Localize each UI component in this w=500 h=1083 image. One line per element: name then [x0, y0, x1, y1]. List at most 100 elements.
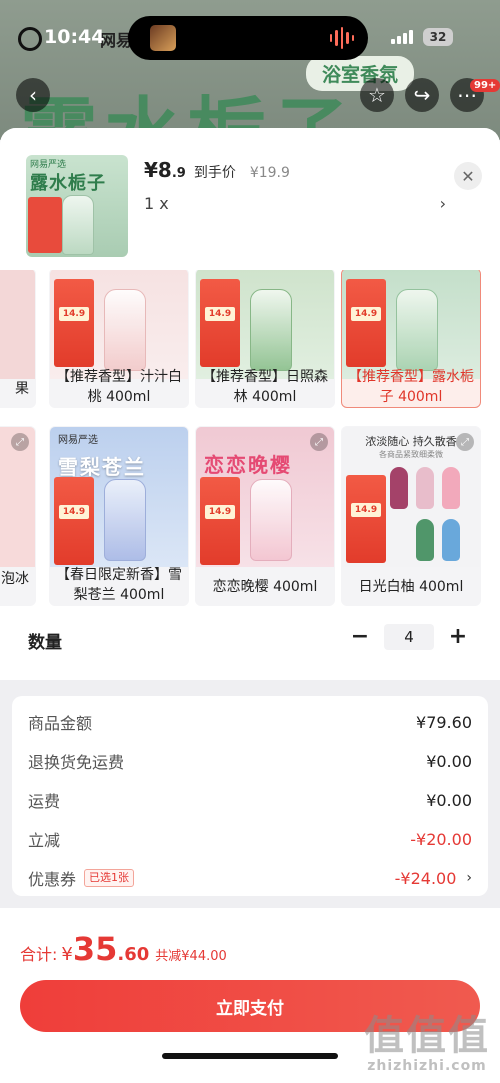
variant-header: 雪梨苍兰 — [58, 455, 146, 479]
cost-value: ¥0.00 — [426, 751, 472, 771]
expand-icon[interactable]: ⤢ — [11, 433, 29, 451]
bottle-image — [416, 519, 434, 561]
bottle-image — [62, 195, 94, 255]
variant-label: 果 — [15, 381, 29, 397]
cost-label: 运费 — [28, 792, 61, 811]
sale-sticker: 14.9 — [54, 279, 94, 367]
variant-image: 网易严选 雪梨苍兰 14.9 — [50, 427, 188, 567]
media-thumbnail — [150, 25, 176, 51]
variant-label: 【推荐香型】日照森林 400ml — [202, 369, 328, 405]
quantity-input[interactable]: 4 — [384, 624, 434, 650]
coupon-label-group: 优惠券 已选1张 — [28, 866, 395, 890]
bottle-image — [442, 467, 460, 509]
variant-card[interactable]: 网易严选 雪梨苍兰 14.9 【春日限定新香】雪梨苍兰 400ml — [49, 426, 189, 606]
price-label: 到手价 — [193, 165, 236, 181]
cost-row: 运费 ¥0.00 — [28, 788, 472, 812]
increment-button[interactable]: + — [446, 625, 470, 649]
total-saving: 共减¥44.00 — [155, 949, 227, 964]
chevron-right-icon[interactable]: › — [440, 194, 446, 213]
bottle-image — [250, 289, 292, 371]
product-header: 网易严选 露水栀子 ¥8.9 到手价 ¥19.9 1 x › ✕ — [0, 128, 500, 270]
variant-header: 恋恋晚樱 — [204, 453, 292, 477]
sale-sticker — [28, 197, 62, 253]
total-decimal: .60 — [117, 944, 150, 965]
quantity-stepper: − 4 + — [348, 624, 470, 650]
sale-sticker: 14.9 — [54, 477, 94, 565]
variant-subheader: 各商品紧致细柔微 — [379, 450, 443, 459]
watermark: 值值值 zhizhizhi.com — [364, 1014, 490, 1074]
variant-card[interactable]: 恋恋晚樱 14.9 ⤢ 恋恋晚樱 400ml — [195, 426, 335, 606]
checkout-bar: 合计: ¥ 35 .60 共减¥44.00 立即支付 值值值 zhizhizhi… — [0, 908, 500, 1083]
variant-card-selected[interactable]: 14.9 【推荐香型】露水栀子 400ml — [341, 270, 481, 408]
bottle-image — [250, 479, 292, 561]
product-thumbnail: 网易严选 露水栀子 — [26, 155, 128, 257]
watermark-url: zhizhizhi.com — [367, 1058, 487, 1074]
battery-icon: 32 — [423, 28, 453, 46]
final-price: ¥8.9 — [144, 158, 186, 182]
home-indicator[interactable] — [162, 1053, 338, 1059]
price-row: ¥8.9 到手价 ¥19.9 — [144, 158, 290, 182]
cost-row: 商品金额 ¥79.60 — [28, 710, 472, 734]
variant-image: 恋恋晚樱 14.9 ⤢ — [196, 427, 334, 567]
expand-icon[interactable]: ⤢ — [456, 433, 474, 451]
variant-card[interactable]: ⤢ 泡冰 — [0, 426, 36, 606]
variant-image — [0, 270, 35, 379]
audio-wave-icon — [330, 27, 355, 49]
variant-image: 14.9 — [50, 270, 188, 379]
variant-card[interactable]: 14.9 【推荐香型】汁汁白桃 400ml — [49, 270, 189, 408]
bottle-image — [104, 479, 146, 561]
selected-quantity: 1 x — [144, 194, 169, 213]
coupon-row[interactable]: 优惠券 已选1张 -¥24.00 › — [28, 866, 472, 890]
cost-row: 退换货免运费 ¥0.00 — [28, 749, 472, 773]
share-icon[interactable]: ↪ — [405, 78, 439, 112]
expand-icon[interactable]: ⤢ — [310, 433, 328, 451]
variant-card[interactable]: 14.9 【推荐香型】日照森林 400ml — [195, 270, 335, 408]
cost-label: 商品金额 — [28, 714, 93, 733]
variant-brand: 网易严选 — [58, 435, 98, 446]
notification-badge: 99+ — [470, 79, 500, 92]
cost-value: -¥24.00 — [394, 868, 457, 888]
variant-card[interactable]: 浓淡随心 持久散香 各商品紧致细柔微 14.9 ⤢ 日光白柚 400ml — [341, 426, 481, 606]
thumb-title: 露水栀子 — [30, 173, 106, 194]
variant-image: 浓淡随心 持久散香 各商品紧致细柔微 14.9 ⤢ — [342, 427, 480, 567]
quantity-label: 数量 — [28, 633, 62, 653]
variant-image: 14.9 — [196, 270, 334, 379]
cost-label: 退换货免运费 — [28, 753, 125, 772]
chevron-right-icon[interactable]: › — [466, 870, 472, 886]
variant-label: 【推荐香型】汁汁白桃 400ml — [56, 369, 182, 405]
back-icon[interactable]: ‹ — [16, 78, 50, 112]
app-logo-icon — [18, 27, 42, 51]
dynamic-island — [128, 16, 368, 60]
close-icon[interactable]: ✕ — [454, 162, 482, 190]
variant-card[interactable]: 果 — [0, 270, 36, 408]
variant-image: 14.9 — [342, 270, 480, 379]
status-bar: 网易严 10:44 32 — [0, 0, 500, 60]
star-icon[interactable]: ☆ — [360, 78, 394, 112]
variant-image: ⤢ — [0, 427, 35, 567]
sale-sticker: 14.9 — [200, 477, 240, 565]
variant-grid: 果 14.9 【推荐香型】汁汁白桃 400ml 14.9 【推荐香型】日照森林 … — [0, 270, 500, 680]
bottle-image — [416, 467, 434, 509]
cost-label: 优惠券 — [28, 870, 77, 889]
cost-value: ¥79.60 — [416, 712, 472, 732]
bottle-image — [104, 289, 146, 371]
bottle-image — [390, 467, 408, 509]
coupon-tag: 已选1张 — [84, 869, 135, 887]
total-label: 合计: — [20, 945, 58, 964]
background-tag: 浴室香氛 — [306, 56, 415, 91]
sale-sticker: 14.9 — [200, 279, 240, 367]
signal-icon — [391, 30, 413, 44]
variant-label: 【春日限定新香】雪梨苍兰 400ml — [56, 567, 182, 603]
sale-sticker: 14.9 — [346, 279, 386, 367]
cost-row: 立减 -¥20.00 — [28, 827, 472, 851]
total-price: 合计: ¥ 35 .60 共减¥44.00 — [20, 930, 227, 968]
watermark-logo: 值值值 — [364, 1013, 490, 1059]
purchase-sheet: 网易严选 露水栀子 ¥8.9 到手价 ¥19.9 1 x › ✕ 果 14.9 — [0, 128, 500, 1083]
bottle-image — [442, 519, 460, 561]
decrement-button[interactable]: − — [348, 625, 372, 649]
cost-label: 立减 — [28, 831, 61, 850]
variant-label: 恋恋晚樱 400ml — [212, 579, 318, 595]
cost-value: -¥20.00 — [410, 829, 472, 849]
variant-label: 日光白柚 400ml — [358, 579, 464, 595]
status-time: 10:44 — [44, 26, 105, 48]
